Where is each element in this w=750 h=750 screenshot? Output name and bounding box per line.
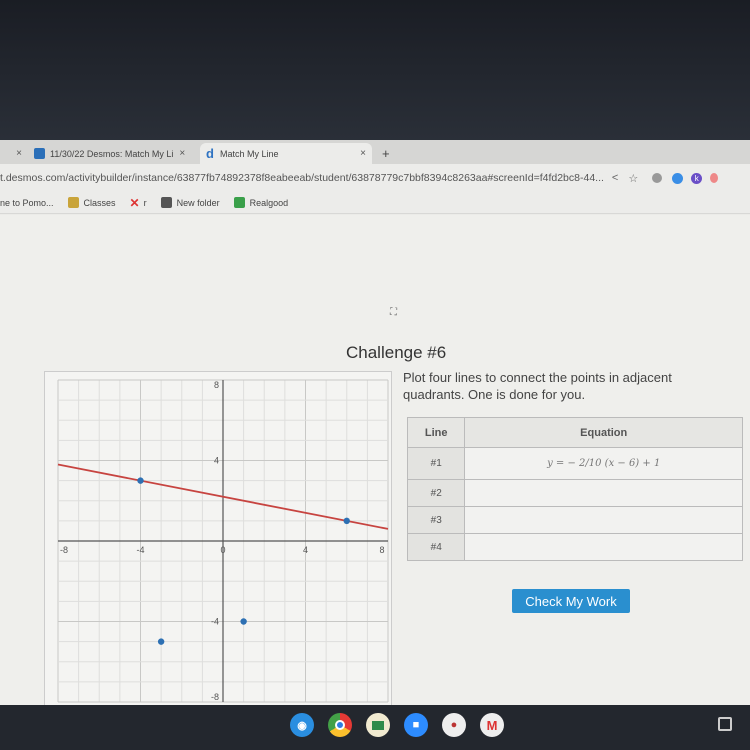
- equation-cell[interactable]: y = − 2/10 (x − 6) + 1: [464, 447, 743, 480]
- share-icon[interactable]: <: [612, 172, 618, 184]
- x-logo-icon: ✕: [129, 195, 140, 210]
- monitor-bezel: [0, 0, 750, 140]
- extension-icon[interactable]: [672, 172, 684, 184]
- bookmarks-bar: ne to Pomo... Classes ✕ r New folder Real…: [0, 192, 750, 214]
- data-point: [240, 618, 247, 625]
- gmail-icon[interactable]: M: [480, 713, 504, 737]
- y-tick-label: -8: [211, 692, 219, 702]
- data-point: [137, 477, 144, 484]
- bookmark-label: r: [143, 197, 147, 208]
- new-tab-button[interactable]: +: [382, 143, 398, 164]
- tab-previous[interactable]: ×: [0, 143, 22, 164]
- line-label: #2: [406, 479, 466, 507]
- url-field[interactable]: t.desmos.com/activitybuilder/instance/63…: [0, 172, 604, 184]
- equation-text: y = − 2/10 (x − 6) + 1: [547, 458, 661, 469]
- line-label: #3: [406, 506, 466, 534]
- table-row: #1 y = − 2/10 (x − 6) + 1: [406, 447, 743, 480]
- tab-label: 11/30/22 Desmos: Match My Li: [50, 148, 174, 159]
- extension-icon[interactable]: [652, 173, 663, 183]
- x-tick-label: -4: [136, 545, 144, 555]
- classroom-icon: [67, 197, 79, 208]
- challenge-title: Challenge #6: [346, 343, 447, 362]
- column-header-line: Line: [406, 417, 466, 448]
- line-label: #1: [406, 447, 466, 480]
- app-icon[interactable]: ●: [442, 713, 466, 737]
- extension-icon[interactable]: [710, 173, 719, 183]
- folder-icon: [160, 197, 172, 208]
- bookmark-pomodoro[interactable]: ne to Pomo...: [0, 198, 54, 208]
- close-tab-icon[interactable]: ×: [360, 148, 366, 159]
- bookmark-label: Classes: [83, 197, 116, 208]
- data-point: [157, 638, 165, 645]
- equation-input[interactable]: [464, 533, 743, 561]
- bookmark-realgood[interactable]: Realgood: [233, 197, 289, 208]
- close-tab-icon[interactable]: ×: [179, 148, 185, 159]
- address-bar: t.desmos.com/activitybuilder/instance/63…: [0, 164, 750, 192]
- bookmark-label: Realgood: [249, 197, 289, 208]
- bookmark-star-icon[interactable]: ☆: [628, 172, 638, 185]
- check-my-work-button[interactable]: Check My Work: [512, 589, 630, 613]
- x-tick-label: 4: [303, 545, 308, 555]
- google-classroom-icon[interactable]: [366, 713, 390, 737]
- bookmark-label: ne to Pomo...: [0, 197, 54, 208]
- close-tab-icon[interactable]: ×: [16, 148, 22, 159]
- zoom-app-icon[interactable]: ■: [404, 713, 428, 737]
- bookmark-classes[interactable]: Classes: [67, 197, 116, 208]
- kami-extension-icon[interactable]: k: [691, 172, 703, 184]
- launcher-app-icon[interactable]: ◉: [290, 713, 314, 737]
- fullscreen-icon[interactable]: ⛶: [390, 307, 397, 318]
- bookmark-new-folder[interactable]: New folder: [160, 197, 220, 208]
- equation-input[interactable]: [464, 506, 743, 534]
- column-header-equation: Equation: [464, 417, 743, 448]
- x-tick-label: -8: [60, 545, 68, 555]
- desmos-icon: d: [206, 146, 214, 161]
- tab-label: Match My Line: [219, 148, 279, 159]
- tab-match-my-line[interactable]: d Match My Line ×: [200, 143, 372, 164]
- realgood-icon: [233, 197, 245, 208]
- chromeos-shelf: ◉ ■ ● M: [0, 705, 750, 750]
- line-label: #4: [406, 533, 466, 561]
- graph-canvas[interactable]: -8 -4 0 4 8 8 4 -4 -8: [45, 372, 393, 708]
- data-point: [343, 517, 350, 525]
- y-tick-label: 8: [214, 380, 219, 390]
- table-row: #4: [406, 533, 743, 561]
- bookmark-label: New folder: [176, 197, 220, 208]
- x-tick-label: 0: [220, 545, 225, 555]
- y-tick-label: 4: [214, 456, 219, 466]
- x-tick-label: 8: [379, 545, 384, 555]
- activity-page: ⛶ Challenge #6 -8 -4 0 4 8 8 4 -4 -8 Plot four l…: [0, 215, 750, 707]
- overview-icon[interactable]: [718, 717, 732, 731]
- equation-table: Line Equation #1 y = − 2/10 (x − 6) + 1 …: [406, 417, 743, 561]
- equation-input[interactable]: [464, 479, 743, 507]
- table-row: #3: [406, 506, 743, 534]
- chrome-icon[interactable]: [328, 713, 352, 737]
- table-row: #2: [406, 479, 743, 507]
- bookmark-r[interactable]: ✕ r: [130, 196, 147, 210]
- tab-desmos-assignment[interactable]: 11/30/22 Desmos: Match My Li ×: [30, 143, 192, 164]
- tab-bar: × 11/30/22 Desmos: Match My Li × d Match…: [0, 140, 750, 164]
- coordinate-graph[interactable]: -8 -4 0 4 8 8 4 -4 -8: [44, 371, 392, 707]
- browser-window: × 11/30/22 Desmos: Match My Li × d Match…: [0, 140, 750, 707]
- challenge-prompt: Plot four lines to connect the points in…: [403, 370, 672, 402]
- y-tick-label: -4: [211, 617, 219, 627]
- classroom-icon: [34, 148, 45, 159]
